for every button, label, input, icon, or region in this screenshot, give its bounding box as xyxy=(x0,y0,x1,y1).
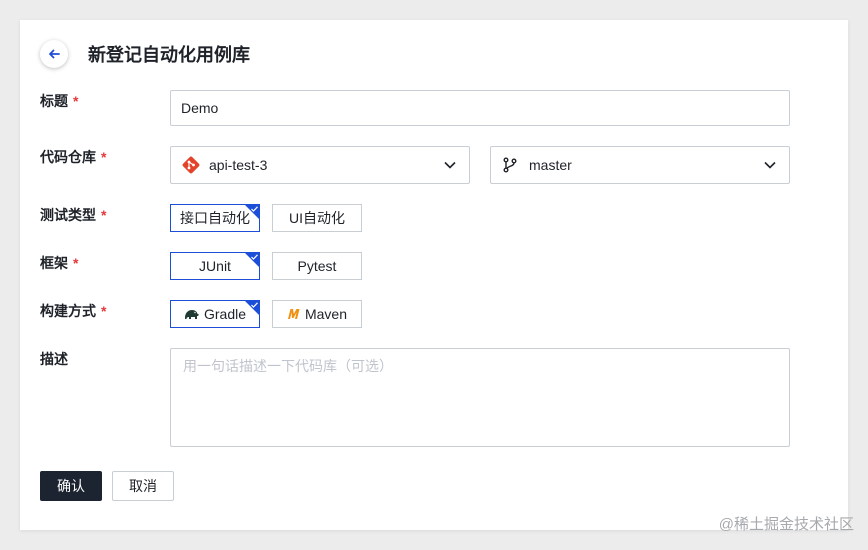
chevron-down-icon xyxy=(444,161,456,169)
cancel-button[interactable]: 取消 xyxy=(112,471,174,501)
required-mark: * xyxy=(73,93,79,109)
test-type-option-ui[interactable]: UI自动化 xyxy=(272,204,362,232)
repo-label: 代码仓库 * xyxy=(40,148,106,166)
build-method-label: 构建方式 * xyxy=(40,302,106,320)
required-mark: * xyxy=(101,149,107,165)
gradle-elephant-icon xyxy=(184,310,199,319)
test-type-option-api[interactable]: 接口自动化 xyxy=(170,204,260,232)
test-type-label: 测试类型 * xyxy=(40,206,106,224)
test-type-label-text: 测试类型 xyxy=(40,207,96,223)
build-method-label-text: 构建方式 xyxy=(40,303,96,319)
repo-select[interactable]: api-test-3 xyxy=(170,146,470,184)
required-mark: * xyxy=(101,303,107,319)
git-icon xyxy=(182,156,200,174)
build-option-gradle[interactable]: Gradle xyxy=(170,300,260,328)
option-label: Gradle xyxy=(203,306,247,322)
framework-label: 框架 * xyxy=(40,254,78,272)
required-mark: * xyxy=(73,255,79,271)
framework-option-pytest[interactable]: Pytest xyxy=(272,252,362,280)
title-input[interactable]: Demo xyxy=(170,90,790,126)
description-label: 描述 xyxy=(40,351,68,367)
option-label: UI自动化 xyxy=(289,210,345,226)
repo-select-value: api-test-3 xyxy=(209,157,268,173)
branch-select-value: master xyxy=(529,157,572,173)
chevron-down-icon xyxy=(764,161,776,169)
title-input-value: Demo xyxy=(181,100,219,116)
page-title: 新登记自动化用例库 xyxy=(88,45,250,65)
check-icon xyxy=(251,206,258,212)
back-button[interactable] xyxy=(40,40,68,68)
description-textarea[interactable]: 用一句话描述一下代码库（可选） xyxy=(170,348,790,447)
framework-option-junit[interactable]: JUnit xyxy=(170,252,260,280)
check-icon xyxy=(251,302,258,308)
check-icon xyxy=(251,254,258,260)
repo-label-text: 代码仓库 xyxy=(40,149,96,165)
required-mark: * xyxy=(101,207,107,223)
confirm-button[interactable]: 确认 xyxy=(40,471,102,501)
branch-select[interactable]: master xyxy=(490,146,790,184)
branch-icon xyxy=(503,157,517,173)
option-label: Maven xyxy=(304,306,348,322)
watermark: @稀土掘金技术社区 xyxy=(718,516,854,533)
option-label: 接口自动化 xyxy=(180,210,250,226)
maven-icon xyxy=(287,309,300,319)
option-label: Pytest xyxy=(297,258,337,274)
option-label: JUnit xyxy=(199,258,231,274)
form-card: 新登记自动化用例库 标题 * Demo 代码仓库 * api-test-3 mast… xyxy=(20,20,848,530)
arrow-left-icon xyxy=(49,49,60,59)
framework-label-text: 框架 xyxy=(40,255,68,271)
title-label: 标题 * xyxy=(40,92,78,110)
description-placeholder: 用一句话描述一下代码库（可选） xyxy=(183,358,393,374)
build-option-maven[interactable]: Maven xyxy=(272,300,362,328)
title-label-text: 标题 xyxy=(40,93,68,109)
